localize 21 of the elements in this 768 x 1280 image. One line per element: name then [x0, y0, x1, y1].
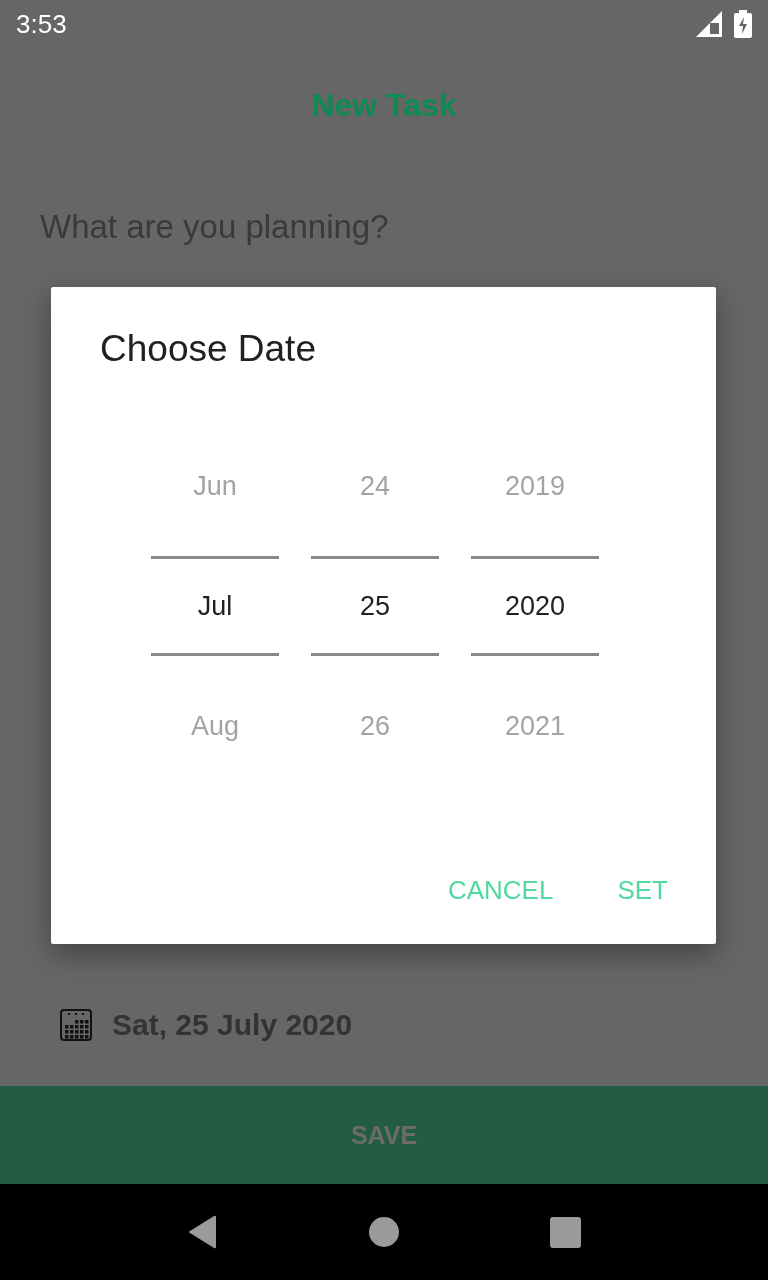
- cancel-button[interactable]: CANCEL: [431, 862, 570, 918]
- picker-value[interactable]: 2019: [471, 426, 599, 546]
- dialog-title: Choose Date: [100, 327, 316, 371]
- picker-value[interactable]: 2021: [471, 666, 599, 786]
- screen-title: New Task: [311, 86, 457, 125]
- picker-value[interactable]: 24: [311, 426, 439, 546]
- status-time: 3:53: [16, 8, 67, 40]
- set-button[interactable]: SET: [601, 862, 684, 918]
- picker-selected-value[interactable]: Jul: [151, 556, 279, 656]
- recent-apps-icon[interactable]: [549, 1216, 581, 1248]
- back-icon[interactable]: [187, 1215, 218, 1249]
- picker-value[interactable]: 26: [311, 666, 439, 786]
- save-button[interactable]: SAVE: [0, 1086, 768, 1184]
- home-icon[interactable]: [368, 1217, 399, 1247]
- signal-icon: [696, 11, 722, 37]
- battery-charging-icon: [734, 10, 752, 38]
- picker-selected-value[interactable]: 25: [311, 556, 439, 656]
- picker-value[interactable]: Aug: [151, 666, 279, 786]
- calendar-icon[interactable]: [60, 1009, 92, 1041]
- picker-value[interactable]: Jun: [151, 426, 279, 546]
- picker-selected-value[interactable]: 2020: [471, 556, 599, 656]
